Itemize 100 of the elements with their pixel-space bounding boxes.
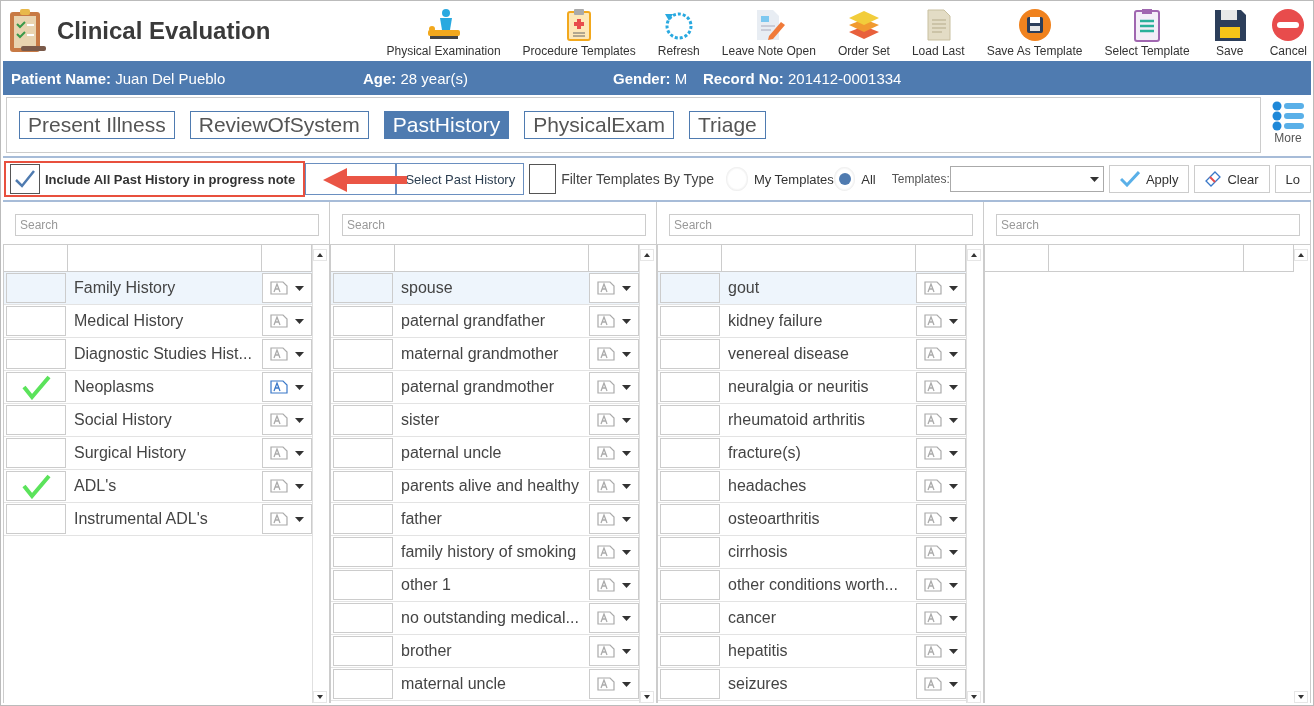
radio-label[interactable]: My Templates [753, 171, 834, 187]
caret-icon [621, 615, 631, 621]
note-dropdown[interactable] [589, 471, 639, 501]
note-dropdown[interactable] [589, 636, 639, 666]
note-dropdown[interactable] [916, 537, 966, 567]
table-cell-text: fracture(s) [727, 444, 802, 462]
table-cell-text: ADL's [73, 477, 118, 495]
table-cell-text: Surgical History [73, 444, 188, 462]
table-cell-text: gout [727, 279, 761, 297]
tab[interactable]: PhysicalExam [524, 111, 675, 139]
note-dropdown[interactable] [262, 306, 312, 336]
note-dropdown[interactable] [589, 405, 639, 435]
search-field[interactable]: Search [342, 214, 646, 236]
apply-button[interactable]: Apply [1108, 165, 1190, 193]
note-dropdown[interactable] [589, 504, 639, 534]
toolbar-button[interactable]: Cancel [1269, 8, 1307, 61]
table-cell-text: venereal disease [727, 345, 850, 363]
toolbar-button[interactable]: Order Set [837, 8, 890, 61]
clear-button[interactable]: Clear [1194, 165, 1270, 193]
scroll-down-icon[interactable] [640, 691, 654, 703]
caret-icon [621, 681, 631, 687]
checkbox-label: Filter Templates By Type [561, 171, 714, 187]
caret-icon [948, 417, 958, 423]
toolbar-button[interactable]: Refresh [657, 8, 700, 61]
caret-icon [621, 417, 631, 423]
note-dropdown[interactable] [262, 438, 312, 468]
checkbox[interactable] [10, 164, 40, 194]
scroll-down-icon[interactable] [967, 691, 981, 703]
note-dropdown[interactable] [262, 372, 312, 402]
caret-icon [294, 384, 304, 390]
toolbar-button[interactable]: Load Last [911, 8, 965, 61]
note-dropdown[interactable] [916, 603, 966, 633]
caret-icon [948, 318, 958, 324]
toolbar-button[interactable]: Leave Note Open [721, 8, 816, 61]
note-dropdown[interactable] [916, 570, 966, 600]
caret-icon [294, 417, 304, 423]
tab[interactable]: Triage [689, 111, 766, 139]
caret-icon [621, 450, 631, 456]
caret-icon [621, 318, 631, 324]
scroll-down-icon[interactable] [313, 691, 327, 703]
note-dropdown[interactable] [262, 273, 312, 303]
toolbar-button[interactable]: Save [1211, 8, 1248, 61]
toolbar-button[interactable]: Select Template [1104, 8, 1190, 61]
toolbar-button[interactable]: Procedure Templates [522, 8, 636, 61]
scroll-up-icon[interactable] [967, 249, 981, 261]
note-dropdown[interactable] [589, 372, 639, 402]
search-field[interactable]: Search [996, 214, 1300, 236]
note-dropdown[interactable] [262, 471, 312, 501]
scroll-up-icon[interactable] [640, 249, 654, 261]
table-cell-text: other 1 [400, 576, 452, 594]
tab[interactable]: PastHistory [383, 111, 510, 139]
note-dropdown[interactable] [262, 504, 312, 534]
select-past-history-button[interactable]: Select Past History [396, 163, 525, 195]
note-dropdown[interactable] [916, 471, 966, 501]
note-dropdown[interactable] [589, 273, 639, 303]
note-dropdown[interactable] [589, 570, 639, 600]
note-dropdown[interactable] [589, 537, 639, 567]
toolbar-button[interactable]: Save As Template [986, 8, 1083, 61]
note-dropdown[interactable] [916, 372, 966, 402]
table-cell-text: parents alive and healthy [400, 477, 580, 495]
note-dropdown[interactable] [916, 504, 966, 534]
checkbox[interactable] [529, 164, 557, 194]
caret-icon [294, 450, 304, 456]
note-dropdown[interactable] [589, 306, 639, 336]
tab[interactable]: Present Illness [19, 111, 175, 139]
note-dropdown[interactable] [262, 339, 312, 369]
table-cell-text: neuralgia or neuritis [727, 378, 870, 396]
scroll-down-icon[interactable] [1294, 691, 1308, 703]
caret-icon [948, 549, 958, 555]
dropdown-caret-icon [1089, 176, 1099, 182]
templates-dropdown[interactable] [949, 166, 1104, 192]
note-dropdown[interactable] [589, 603, 639, 633]
table-cell-text: seizures [727, 675, 789, 693]
caret-icon [948, 582, 958, 588]
toolbar-button[interactable]: Physical Examination [386, 8, 501, 61]
search-field[interactable]: Search [669, 214, 973, 236]
search-field[interactable]: Search [15, 214, 319, 236]
note-dropdown[interactable] [262, 405, 312, 435]
more-button[interactable]: More [1265, 97, 1311, 156]
note-dropdown[interactable] [589, 438, 639, 468]
caret-icon [621, 285, 631, 291]
note-dropdown[interactable] [916, 273, 966, 303]
tab[interactable]: ReviewOfSystem [189, 111, 369, 139]
note-dropdown[interactable] [589, 339, 639, 369]
note-dropdown[interactable] [916, 405, 966, 435]
caret-icon [294, 516, 304, 522]
caret-icon [948, 615, 958, 621]
note-dropdown[interactable] [916, 438, 966, 468]
note-dropdown[interactable] [916, 636, 966, 666]
radio-button[interactable] [833, 167, 856, 191]
radio-label[interactable]: All [861, 171, 876, 187]
table-cell-text: headaches [727, 477, 808, 495]
caret-icon [948, 516, 958, 522]
caret-icon [948, 681, 958, 687]
note-dropdown[interactable] [916, 339, 966, 369]
note-dropdown[interactable] [916, 306, 966, 336]
scroll-up-icon[interactable] [313, 249, 327, 261]
table-cell-text: paternal grandmother [400, 378, 555, 396]
cut-off-button[interactable]: Lo [1274, 165, 1311, 193]
scroll-up-icon[interactable] [1294, 249, 1308, 261]
